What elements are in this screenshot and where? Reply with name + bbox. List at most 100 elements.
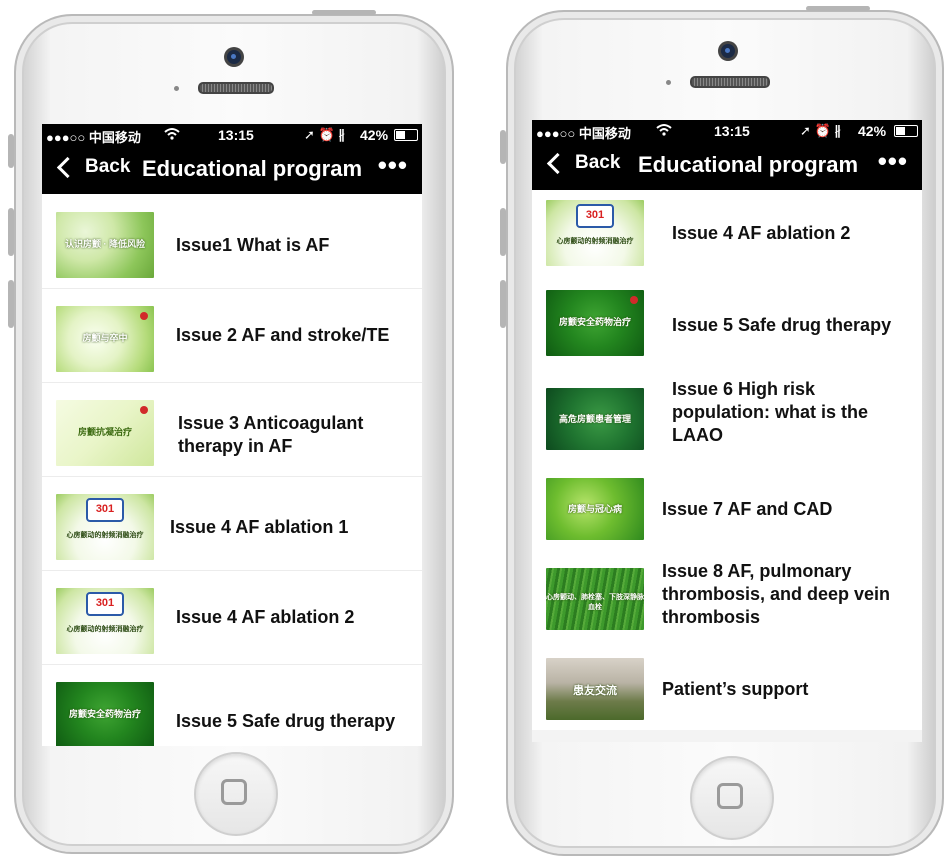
hospital-logo: 301: [86, 497, 124, 522]
front-camera: [227, 50, 241, 64]
more-menu-button[interactable]: •••: [378, 150, 408, 181]
thumbnail-caption: 房颤安全药物治疗: [558, 317, 631, 328]
thumbnail-caption: 认识房颤 · 降低风险: [65, 239, 145, 250]
red-logo-mark: [140, 312, 148, 320]
status-bar: ●●●○○ 中国移动 13:15 ➚ ⏰ ∦ 42%: [42, 124, 422, 146]
home-button[interactable]: [194, 752, 278, 836]
list-item[interactable]: 房颤与冠心病 Issue 7 AF and CAD: [532, 460, 922, 551]
thumbnail-caption: 房颤安全药物治疗: [68, 709, 141, 720]
location-alarm-bluetooth-icons: ➚ ⏰ ∦: [800, 123, 841, 138]
thumbnail-caption: 患友交流: [573, 684, 617, 697]
hospital-logo: 301: [86, 591, 124, 616]
status-time: 13:15: [218, 127, 254, 143]
item-title: Issue 5 Safe drug therapy: [176, 711, 396, 731]
red-logo-mark: [630, 296, 638, 304]
battery-percent: 42%: [360, 127, 389, 143]
thumbnail-image: 认识房颤 · 降低风险: [56, 212, 154, 278]
list-item[interactable]: 房颤安全药物治疗 Issue 5 Safe drug therapy: [532, 280, 922, 371]
thumbnail-image: 房颤与冠心病: [546, 478, 644, 540]
page-title: Educational program: [638, 152, 859, 177]
list-item[interactable]: 患友交流 Patient’s support: [532, 640, 922, 730]
chevron-left-icon: [56, 156, 79, 178]
chevron-left-icon: [546, 152, 569, 174]
mute-switch: [500, 130, 506, 164]
screen-right: ●●●○○ 中国移动 13:15 ➚ ⏰ ∦ 42% Back Educatio…: [532, 120, 922, 742]
thumbnail-caption: 心房颤动的射频消融治疗: [66, 532, 144, 540]
volume-down-button: [500, 280, 506, 328]
thumbnail-caption: 心房颤动的射频消融治疗: [556, 238, 634, 246]
thumbnail-image: 301 心房颤动的射频消融治疗: [56, 588, 154, 654]
list-item[interactable]: 房颤抗凝治疗 Issue 3 Anticoagulant therapy in …: [42, 382, 422, 477]
list-item[interactable]: 房颤安全药物治疗 Issue 5 Safe drug therapy: [42, 664, 422, 746]
item-title: Issue 4 AF ablation 2: [176, 607, 355, 627]
front-camera: [721, 44, 735, 58]
item-title: Issue 6 High risk population: what is th…: [672, 379, 868, 445]
thumbnail-caption: 房颤与冠心病: [567, 503, 622, 514]
thumbnail-caption: 心房颤动的射频消融治疗: [66, 626, 144, 634]
item-title: Issue 2 AF and stroke/TE: [176, 325, 390, 345]
volume-up-button: [8, 208, 14, 256]
article-list: 认识房颤 · 降低风险 Issue1 What is AF 房颤与卒中 Issu…: [42, 194, 422, 746]
back-button[interactable]: Back: [546, 152, 620, 174]
status-time: 13:15: [714, 123, 750, 139]
wifi-icon: [656, 123, 672, 140]
list-item[interactable]: 房颤与卒中 Issue 2 AF and stroke/TE: [42, 288, 422, 383]
location-alarm-bluetooth-icons: ➚ ⏰ ∦: [304, 127, 345, 142]
thumbnail-caption: 房颤抗凝治疗: [77, 427, 132, 438]
status-bar: ●●●○○ 中国移动 13:15 ➚ ⏰ ∦ 42%: [532, 120, 922, 142]
list-item[interactable]: 高危房颤患者管理 Issue 6 High risk population: w…: [532, 370, 922, 461]
battery-icon: [394, 129, 418, 141]
thumbnail-image: 301 心房颤动的射频消融治疗: [546, 200, 644, 266]
article-list: 301 心房颤动的射频消融治疗 Issue 4 AF ablation 2 房颤安…: [532, 190, 922, 742]
thumbnail-caption: 心房颤动、肺栓塞、下肢深静脉血栓: [546, 593, 644, 611]
thumbnail-image: 房颤与卒中: [56, 306, 154, 372]
thumbnail-image: 患友交流: [546, 658, 644, 720]
power-button: [312, 10, 376, 15]
item-title: Issue 4 AF ablation 1: [170, 517, 349, 537]
list-item[interactable]: 认识房颤 · 降低风险 Issue1 What is AF: [42, 194, 422, 289]
thumbnail-image: 房颤抗凝治疗: [56, 400, 154, 466]
battery-percent: 42%: [858, 123, 887, 139]
item-title: Patient’s support: [662, 679, 809, 699]
thumbnail-image: 301 心房颤动的射频消融治疗: [56, 494, 154, 560]
red-logo-mark: [140, 406, 148, 414]
nav-bar: Back Educational program •••: [532, 142, 922, 190]
thumbnail-image: 高危房颤患者管理: [546, 388, 644, 450]
proximity-sensor: [174, 86, 179, 91]
list-item[interactable]: 心房颤动、肺栓塞、下肢深静脉血栓 Issue 8 AF, pulmonary t…: [532, 550, 922, 641]
more-menu-button[interactable]: •••: [878, 146, 908, 177]
volume-up-button: [500, 208, 506, 256]
item-title: Issue 3 Anticoagulant therapy in AF: [178, 413, 364, 456]
screen-left: ●●●○○ 中国移动 13:15 ➚ ⏰ ∦ 42% Back Educatio…: [42, 124, 422, 746]
hospital-logo: 301: [576, 203, 614, 228]
item-title: Issue1 What is AF: [176, 235, 330, 255]
thumbnail-image: 房颤安全药物治疗: [56, 682, 154, 746]
phone-right: ●●●○○ 中国移动 13:15 ➚ ⏰ ∦ 42% Back Educatio…: [500, 6, 944, 856]
back-button[interactable]: Back: [56, 156, 130, 178]
page-title: Educational program: [142, 156, 363, 181]
wifi-icon: [164, 127, 180, 144]
back-label: Back: [85, 156, 131, 177]
thumbnail-caption: 高危房颤患者管理: [558, 413, 631, 424]
item-title: Issue 8 AF, pulmonary thrombosis, and de…: [662, 561, 891, 627]
thumbnail-image: 房颤安全药物治疗: [546, 290, 644, 356]
home-button[interactable]: [690, 756, 774, 840]
carrier-signal: ●●●○○ 中国移动: [536, 126, 631, 141]
home-square-icon: [717, 783, 743, 809]
back-label: Back: [575, 152, 621, 173]
volume-down-button: [8, 280, 14, 328]
list-item[interactable]: 301 心房颤动的射频消融治疗 Issue 4 AF ablation 1: [42, 476, 422, 571]
battery-icon: [894, 125, 918, 137]
power-button: [806, 6, 870, 11]
item-title: Issue 7 AF and CAD: [662, 499, 833, 519]
list-item[interactable]: 301 心房颤动的射频消融治疗 Issue 4 AF ablation 2: [42, 570, 422, 665]
nav-bar: Back Educational program •••: [42, 146, 422, 194]
carrier-signal: ●●●○○ 中国移动: [46, 130, 141, 145]
item-title: Issue 5 Safe drug therapy: [672, 315, 892, 335]
thumbnail-image: 心房颤动、肺栓塞、下肢深静脉血栓: [546, 568, 644, 630]
phone-left: ●●●○○ 中国移动 13:15 ➚ ⏰ ∦ 42% Back Educatio…: [8, 10, 454, 854]
list-item[interactable]: 301 心房颤动的射频消融治疗 Issue 4 AF ablation 2: [532, 190, 922, 281]
mute-switch: [8, 134, 14, 168]
home-square-icon: [221, 779, 247, 805]
thumbnail-caption: 房颤与卒中: [82, 333, 128, 344]
